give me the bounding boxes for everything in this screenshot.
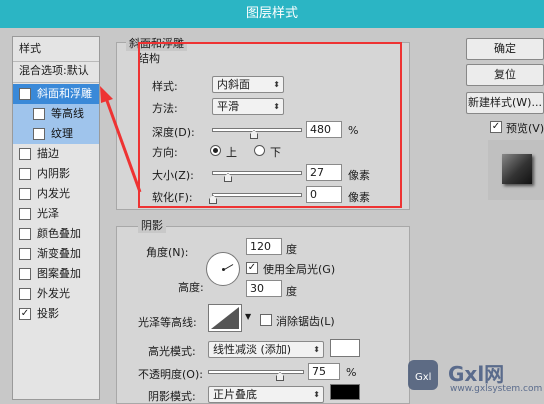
annotation-arrow bbox=[100, 86, 142, 193]
svg-text:Gxl: Gxl bbox=[415, 372, 431, 383]
watermark-logo: Gxl Gxl网 www.gxlsystem.com bbox=[404, 352, 544, 400]
watermark-brand: Gxl网 bbox=[448, 362, 505, 386]
watermark-url: www.gxlsystem.com bbox=[450, 384, 543, 394]
